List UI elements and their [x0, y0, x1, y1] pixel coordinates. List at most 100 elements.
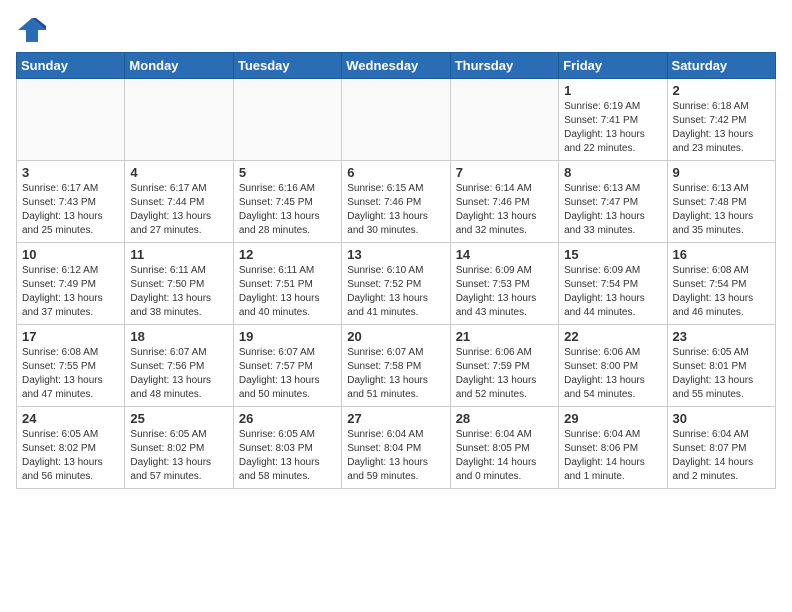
calendar-day-cell: 26Sunrise: 6:05 AM Sunset: 8:03 PM Dayli…	[233, 407, 341, 489]
day-info: Sunrise: 6:06 AM Sunset: 8:00 PM Dayligh…	[564, 346, 661, 402]
day-info: Sunrise: 6:04 AM Sunset: 8:05 PM Dayligh…	[456, 428, 553, 484]
calendar-table: SundayMondayTuesdayWednesdayThursdayFrid…	[16, 52, 776, 489]
calendar-week-row: 1 Sunrise: 6:19 AM Sunset: 7:41 PM Daylig…	[17, 79, 776, 161]
calendar-day-cell: 3 Sunrise: 6:17 AM Sunset: 7:43 PM Daylig…	[17, 161, 125, 243]
calendar-day-cell	[450, 79, 558, 161]
calendar-day-cell: 15 Sunrise: 6:09 AM Sunset: 7:54 PM Dayli…	[559, 243, 667, 325]
calendar-day-cell: 17Sunrise: 6:08 AM Sunset: 7:55 PM Dayli…	[17, 325, 125, 407]
calendar-day-cell: 12 Sunrise: 6:11 AM Sunset: 7:51 PM Dayli…	[233, 243, 341, 325]
calendar-day-cell: 6Sunrise: 6:15 AM Sunset: 7:46 PM Daylig…	[342, 161, 450, 243]
logo-icon	[16, 16, 48, 44]
day-info: Sunrise: 6:17 AM Sunset: 7:44 PM Dayligh…	[130, 182, 227, 238]
calendar-day-cell: 21Sunrise: 6:06 AM Sunset: 7:59 PM Dayli…	[450, 325, 558, 407]
calendar-week-row: 24 Sunrise: 6:05 AM Sunset: 8:02 PM Dayli…	[17, 407, 776, 489]
day-number: 25	[130, 411, 227, 426]
calendar-day-cell: 10 Sunrise: 6:12 AM Sunset: 7:49 PM Dayli…	[17, 243, 125, 325]
day-number: 27	[347, 411, 444, 426]
day-number: 11	[130, 247, 227, 262]
weekday-header-thursday: Thursday	[450, 53, 558, 79]
calendar-day-cell: 28 Sunrise: 6:04 AM Sunset: 8:05 PM Dayli…	[450, 407, 558, 489]
day-number: 5	[239, 165, 336, 180]
day-info: Sunrise: 6:12 AM Sunset: 7:49 PM Dayligh…	[22, 264, 119, 320]
calendar-day-cell: 19 Sunrise: 6:07 AM Sunset: 7:57 PM Dayli…	[233, 325, 341, 407]
day-number: 3	[22, 165, 119, 180]
calendar-day-cell: 22 Sunrise: 6:06 AM Sunset: 8:00 PM Dayli…	[559, 325, 667, 407]
calendar-week-row: 10 Sunrise: 6:12 AM Sunset: 7:49 PM Dayli…	[17, 243, 776, 325]
calendar-day-cell: 7 Sunrise: 6:14 AM Sunset: 7:46 PM Daylig…	[450, 161, 558, 243]
calendar-week-row: 3 Sunrise: 6:17 AM Sunset: 7:43 PM Daylig…	[17, 161, 776, 243]
day-info: Sunrise: 6:17 AM Sunset: 7:43 PM Dayligh…	[22, 182, 119, 238]
calendar-day-cell: 23 Sunrise: 6:05 AM Sunset: 8:01 PM Dayli…	[667, 325, 775, 407]
day-info: Sunrise: 6:07 AM Sunset: 7:56 PM Dayligh…	[130, 346, 227, 402]
day-info: Sunrise: 6:09 AM Sunset: 7:54 PM Dayligh…	[564, 264, 661, 320]
weekday-header-friday: Friday	[559, 53, 667, 79]
calendar-day-cell: 30 Sunrise: 6:04 AM Sunset: 8:07 PM Dayli…	[667, 407, 775, 489]
day-info: Sunrise: 6:11 AM Sunset: 7:51 PM Dayligh…	[239, 264, 336, 320]
day-info: Sunrise: 6:09 AM Sunset: 7:53 PM Dayligh…	[456, 264, 553, 320]
day-number: 24	[22, 411, 119, 426]
weekday-header-sunday: Sunday	[17, 53, 125, 79]
weekday-header-monday: Monday	[125, 53, 233, 79]
day-info: Sunrise: 6:19 AM Sunset: 7:41 PM Dayligh…	[564, 100, 661, 156]
day-info: Sunrise: 6:04 AM Sunset: 8:06 PM Dayligh…	[564, 428, 661, 484]
day-number: 14	[456, 247, 553, 262]
day-number: 22	[564, 329, 661, 344]
day-number: 12	[239, 247, 336, 262]
day-number: 26	[239, 411, 336, 426]
day-number: 15	[564, 247, 661, 262]
day-number: 7	[456, 165, 553, 180]
day-number: 23	[673, 329, 770, 344]
day-number: 30	[673, 411, 770, 426]
calendar-day-cell: 11Sunrise: 6:11 AM Sunset: 7:50 PM Dayli…	[125, 243, 233, 325]
calendar-day-cell: 24 Sunrise: 6:05 AM Sunset: 8:02 PM Dayli…	[17, 407, 125, 489]
page-header	[16, 16, 776, 44]
calendar-day-cell: 18 Sunrise: 6:07 AM Sunset: 7:56 PM Dayli…	[125, 325, 233, 407]
calendar-day-cell: 8 Sunrise: 6:13 AM Sunset: 7:47 PM Daylig…	[559, 161, 667, 243]
day-info: Sunrise: 6:08 AM Sunset: 7:54 PM Dayligh…	[673, 264, 770, 320]
day-number: 17	[22, 329, 119, 344]
day-number: 21	[456, 329, 553, 344]
day-info: Sunrise: 6:13 AM Sunset: 7:47 PM Dayligh…	[564, 182, 661, 238]
day-number: 2	[673, 83, 770, 98]
calendar-day-cell: 4 Sunrise: 6:17 AM Sunset: 7:44 PM Daylig…	[125, 161, 233, 243]
day-number: 9	[673, 165, 770, 180]
day-number: 10	[22, 247, 119, 262]
day-info: Sunrise: 6:05 AM Sunset: 8:02 PM Dayligh…	[22, 428, 119, 484]
day-number: 29	[564, 411, 661, 426]
calendar-week-row: 17Sunrise: 6:08 AM Sunset: 7:55 PM Dayli…	[17, 325, 776, 407]
day-number: 4	[130, 165, 227, 180]
day-info: Sunrise: 6:05 AM Sunset: 8:02 PM Dayligh…	[130, 428, 227, 484]
calendar-day-cell	[125, 79, 233, 161]
day-info: Sunrise: 6:10 AM Sunset: 7:52 PM Dayligh…	[347, 264, 444, 320]
calendar-day-cell: 25 Sunrise: 6:05 AM Sunset: 8:02 PM Dayli…	[125, 407, 233, 489]
day-info: Sunrise: 6:13 AM Sunset: 7:48 PM Dayligh…	[673, 182, 770, 238]
day-info: Sunrise: 6:04 AM Sunset: 8:04 PM Dayligh…	[347, 428, 444, 484]
day-info: Sunrise: 6:07 AM Sunset: 7:57 PM Dayligh…	[239, 346, 336, 402]
calendar-day-cell	[233, 79, 341, 161]
day-number: 8	[564, 165, 661, 180]
day-info: Sunrise: 6:14 AM Sunset: 7:46 PM Dayligh…	[456, 182, 553, 238]
calendar-day-cell: 5Sunrise: 6:16 AM Sunset: 7:45 PM Daylig…	[233, 161, 341, 243]
calendar-day-cell: 27 Sunrise: 6:04 AM Sunset: 8:04 PM Dayli…	[342, 407, 450, 489]
day-number: 28	[456, 411, 553, 426]
calendar-day-cell: 9 Sunrise: 6:13 AM Sunset: 7:48 PM Daylig…	[667, 161, 775, 243]
weekday-header-tuesday: Tuesday	[233, 53, 341, 79]
day-number: 18	[130, 329, 227, 344]
calendar-day-cell: 20Sunrise: 6:07 AM Sunset: 7:58 PM Dayli…	[342, 325, 450, 407]
day-info: Sunrise: 6:05 AM Sunset: 8:01 PM Dayligh…	[673, 346, 770, 402]
calendar-day-cell: 13 Sunrise: 6:10 AM Sunset: 7:52 PM Dayli…	[342, 243, 450, 325]
weekday-header-row: SundayMondayTuesdayWednesdayThursdayFrid…	[17, 53, 776, 79]
calendar-day-cell: 16 Sunrise: 6:08 AM Sunset: 7:54 PM Dayli…	[667, 243, 775, 325]
calendar-day-cell: 1 Sunrise: 6:19 AM Sunset: 7:41 PM Daylig…	[559, 79, 667, 161]
day-number: 13	[347, 247, 444, 262]
day-number: 16	[673, 247, 770, 262]
calendar-day-cell: 29 Sunrise: 6:04 AM Sunset: 8:06 PM Dayli…	[559, 407, 667, 489]
day-number: 20	[347, 329, 444, 344]
day-info: Sunrise: 6:04 AM Sunset: 8:07 PM Dayligh…	[673, 428, 770, 484]
calendar-day-cell: 14 Sunrise: 6:09 AM Sunset: 7:53 PM Dayli…	[450, 243, 558, 325]
calendar-day-cell	[342, 79, 450, 161]
day-info: Sunrise: 6:18 AM Sunset: 7:42 PM Dayligh…	[673, 100, 770, 156]
weekday-header-saturday: Saturday	[667, 53, 775, 79]
day-number: 1	[564, 83, 661, 98]
day-number: 19	[239, 329, 336, 344]
